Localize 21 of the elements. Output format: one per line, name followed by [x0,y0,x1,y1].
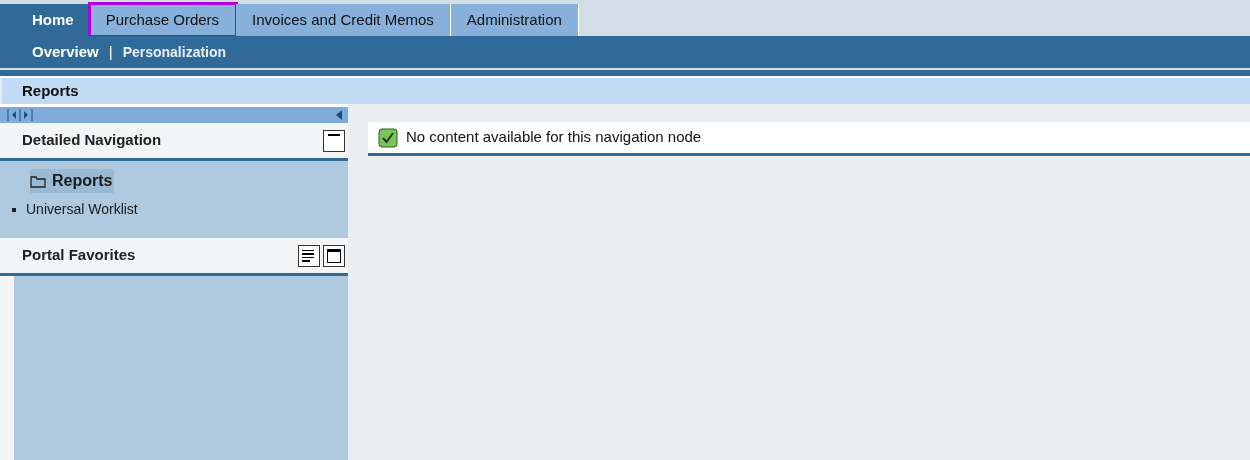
folder-icon [30,174,46,188]
nav-tab[interactable]: Purchase Orders [89,4,237,36]
nav-tab[interactable]: Administration [450,4,579,36]
collapse-arrows-icon[interactable] [6,109,36,121]
panel-title: Portal Favorites [22,245,136,266]
minimize-button[interactable] [323,129,345,152]
subnav-tab[interactable]: Overview [32,40,99,64]
nav-tab[interactable]: Home [16,4,90,36]
list-icon-button[interactable] [298,244,320,267]
checkmark-icon [378,127,398,148]
nav-item[interactable]: Reports [30,169,115,193]
panel-title: Detailed Navigation [22,130,162,151]
triangle-left-icon[interactable] [336,110,342,120]
page-title: Reports [22,80,79,101]
nav-item[interactable]: Universal Worklist [8,199,140,220]
maximize-button[interactable] [323,244,345,267]
separator: | [108,41,113,62]
bullet-icon [12,207,16,212]
nav-tab[interactable]: Invoices and Credit Memos [236,4,451,36]
status-message: No content available for this navigation node [406,127,702,148]
subnav-tab[interactable]: Personalization [122,41,227,63]
